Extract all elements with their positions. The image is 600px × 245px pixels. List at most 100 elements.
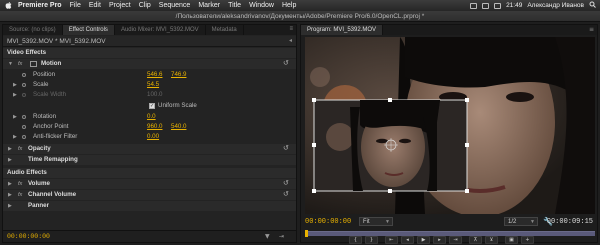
export-frame-icon[interactable]: ▣ — [505, 236, 518, 244]
expand-channel-volume-icon[interactable]: ▶ — [8, 190, 12, 200]
duration-timecode: 00:00:09:15 — [546, 218, 593, 226]
wifi-icon[interactable] — [470, 2, 478, 9]
motion-label: Motion — [41, 60, 62, 67]
motion-transform-icon[interactable] — [30, 61, 37, 67]
rotation-value[interactable]: 0.0 — [147, 112, 156, 122]
position-stopwatch-icon[interactable] — [22, 73, 26, 77]
scaled-clip-overlay[interactable] — [312, 98, 469, 193]
expand-scale-width-icon[interactable]: ▶ — [13, 90, 17, 100]
volume-fx-icon[interactable]: fx — [18, 179, 22, 189]
opacity-row[interactable]: ▶ fx Opacity ↺ — [3, 144, 296, 154]
reset-volume-icon[interactable]: ↺ — [283, 179, 289, 189]
apple-icon[interactable] — [4, 1, 12, 11]
tab-program[interactable]: Program: MVI_5392.MOV — [301, 25, 384, 35]
transform-handle[interactable] — [388, 98, 392, 102]
transform-handle[interactable] — [465, 98, 469, 102]
panner-row[interactable]: ▶ Panner — [3, 201, 296, 211]
panel-menu-icon[interactable]: ≡ — [289, 26, 293, 32]
time-remapping-row[interactable]: ▶ Time Remapping — [3, 155, 296, 165]
motion-row[interactable]: ▼ fx Motion ↺ — [3, 59, 296, 69]
scale-width-label: Scale Width — [33, 91, 67, 98]
scale-stopwatch-icon[interactable] — [22, 83, 26, 87]
extract-icon[interactable]: ⊻ — [485, 236, 498, 244]
user-name[interactable]: Александр Иванов — [527, 2, 584, 9]
step-back-icon[interactable]: ◂ — [401, 236, 414, 244]
tab-audio-mixer[interactable]: Audio Mixer: MVI_5392.MOV — [115, 25, 206, 35]
play-icon[interactable]: ▶ — [417, 236, 430, 244]
rotation-stopwatch-icon[interactable] — [22, 115, 26, 119]
effect-controls-footer: 00:00:00:00 ▼ ⇥ — [3, 230, 296, 242]
reset-opacity-icon[interactable]: ↺ — [283, 144, 289, 154]
menu-window[interactable]: Window — [249, 2, 274, 9]
menu-clip[interactable]: Clip — [139, 2, 151, 9]
mark-out-icon[interactable]: } — [365, 236, 378, 244]
bokeh-light — [310, 67, 330, 87]
transform-handle[interactable] — [312, 98, 316, 102]
resolution-select[interactable]: 1/2 ▼ — [504, 217, 538, 226]
antiflicker-value[interactable]: 0.00 — [147, 132, 159, 142]
tab-source[interactable]: Source: (no clips) — [3, 25, 63, 35]
transform-handle[interactable] — [465, 189, 469, 193]
position-y-value[interactable]: 746.9 — [171, 70, 186, 80]
program-panel-menu-icon[interactable]: ≡ — [589, 26, 594, 33]
scale-width-stopwatch-icon[interactable] — [22, 93, 26, 97]
expand-opacity-icon[interactable]: ▶ — [8, 144, 12, 154]
channel-volume-fx-icon[interactable]: fx — [18, 190, 22, 200]
clip-path-label: MVI_5392.MOV * MVI_5392.MOV — [7, 38, 106, 45]
search-icon[interactable] — [589, 1, 596, 10]
expand-antiflicker-icon[interactable]: ▶ — [13, 132, 17, 142]
expand-rotation-icon[interactable]: ▶ — [13, 112, 17, 122]
expand-motion-icon[interactable]: ▼ — [8, 59, 13, 69]
anchor-stopwatch-icon[interactable] — [22, 125, 26, 129]
anchor-y-value[interactable]: 540.0 — [171, 122, 186, 132]
uniform-scale-checkbox[interactable]: ✓ — [149, 103, 155, 109]
transform-handle[interactable] — [465, 143, 469, 147]
show-timeline-icon[interactable]: ◂ — [289, 36, 292, 47]
reset-motion-icon[interactable]: ↺ — [283, 59, 289, 69]
antiflicker-stopwatch-icon[interactable] — [22, 135, 26, 139]
transform-handle[interactable] — [312, 189, 316, 193]
battery-icon[interactable] — [494, 2, 502, 9]
hair-bangs — [405, 37, 575, 92]
playhead-timecode[interactable]: 00:00:00:00 — [305, 218, 351, 226]
expand-panner-icon[interactable]: ▶ — [8, 201, 12, 211]
opacity-fx-icon[interactable]: fx — [18, 144, 22, 154]
reset-channel-volume-icon[interactable]: ↺ — [283, 190, 289, 200]
expand-scale-icon[interactable]: ▶ — [13, 80, 17, 90]
step-forward-icon[interactable]: ▸ — [433, 236, 446, 244]
filter-icon[interactable]: ▼ — [265, 233, 270, 240]
go-to-in-icon[interactable]: ⇤ — [385, 236, 398, 244]
menu-marker[interactable]: Marker — [198, 2, 220, 9]
export-icon[interactable]: ⇥ — [279, 233, 284, 240]
mark-in-icon[interactable]: { — [349, 236, 362, 244]
transform-handle[interactable] — [388, 189, 392, 193]
volume-icon[interactable] — [482, 2, 490, 9]
menu-file[interactable]: File — [70, 2, 81, 9]
channel-volume-row[interactable]: ▶ fx Channel Volume ↺ — [3, 190, 296, 200]
resolution-value: 1/2 — [508, 219, 517, 225]
transform-handle[interactable] — [312, 143, 316, 147]
position-x-value[interactable]: 546.6 — [147, 70, 162, 80]
scale-value[interactable]: 54.5 — [147, 80, 159, 90]
volume-row[interactable]: ▶ fx Volume ↺ — [3, 179, 296, 189]
tab-effect-controls[interactable]: Effect Controls — [62, 25, 115, 35]
expand-time-remap-icon[interactable]: ▶ — [8, 155, 12, 165]
menu-sequence[interactable]: Sequence — [159, 2, 191, 9]
menu-title[interactable]: Title — [228, 2, 241, 9]
menu-help[interactable]: Help — [282, 2, 296, 9]
anchor-x-value[interactable]: 960.0 — [147, 122, 162, 132]
clock[interactable]: 21:49 — [506, 2, 522, 9]
effect-controls-timecode[interactable]: 00:00:00:00 — [7, 233, 50, 240]
fx-toggle-icon[interactable]: fx — [18, 59, 22, 69]
menu-edit[interactable]: Edit — [89, 2, 101, 9]
expand-volume-icon[interactable]: ▶ — [8, 179, 12, 189]
zoom-select[interactable]: Fit ▼ — [359, 217, 393, 226]
program-viewer[interactable] — [305, 37, 595, 214]
go-to-out-icon[interactable]: ⇥ — [449, 236, 462, 244]
anchor-point-row: Anchor Point 960.0 540.0 — [3, 122, 296, 132]
menu-project[interactable]: Project — [109, 2, 131, 9]
app-name[interactable]: Premiere Pro — [18, 2, 62, 9]
tab-metadata[interactable]: Metadata — [206, 25, 244, 35]
button-editor-icon[interactable]: + — [521, 236, 534, 244]
lift-icon[interactable]: ⊼ — [469, 236, 482, 244]
